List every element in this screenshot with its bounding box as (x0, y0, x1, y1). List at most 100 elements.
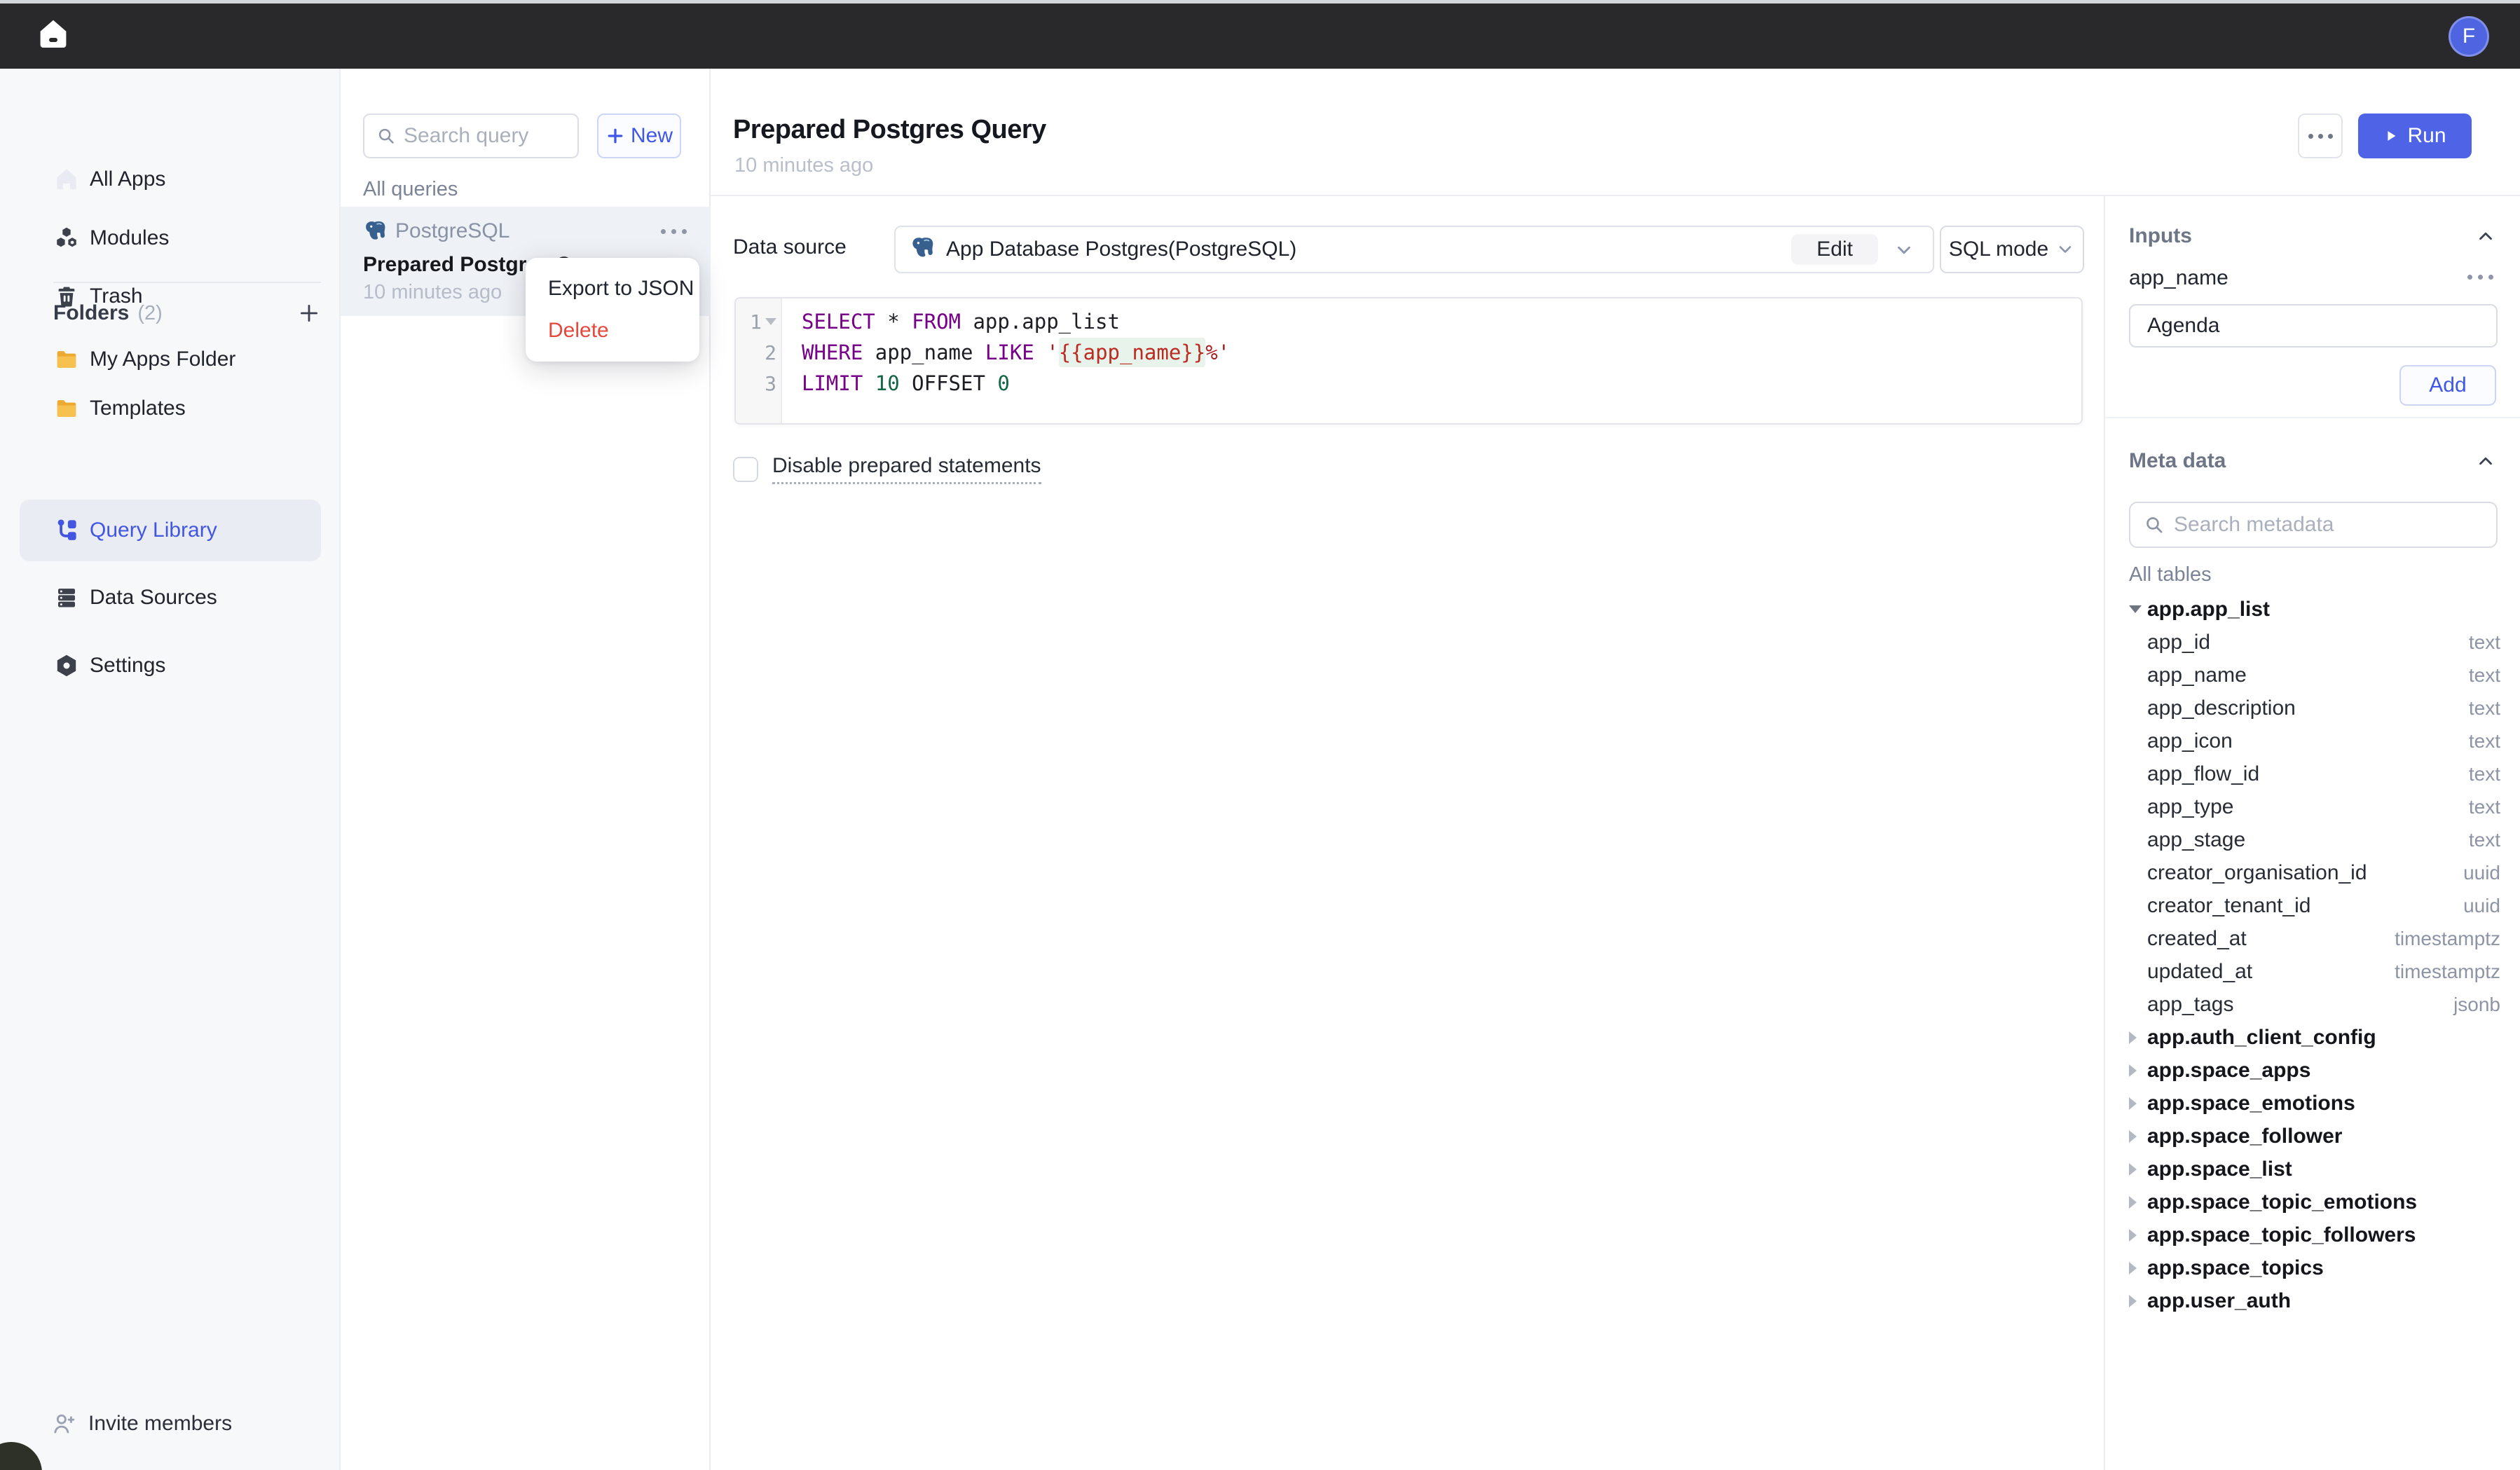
page-subtitle-time: 10 minutes ago (734, 154, 873, 177)
add-input-button[interactable]: Add (2399, 365, 2496, 406)
add-folder-button[interactable] (297, 301, 321, 325)
invite-members-button[interactable]: Invite members (0, 1401, 341, 1446)
avatar-initial: F (2463, 25, 2475, 48)
collapse-inputs-chevron-up-icon[interactable] (2475, 226, 2496, 250)
table-column-row[interactable]: app_id text (2129, 626, 2500, 659)
table-column-row[interactable]: app_descriptiontext (2129, 692, 2500, 724)
table-column-row[interactable]: app_tagsjsonb (2129, 988, 2500, 1021)
table-column-row[interactable]: creator_organisation_id uuid (2129, 856, 2500, 889)
arrow-down-glyph (2129, 605, 2142, 613)
table-name: app.space_apps (2147, 1059, 2310, 1083)
sidebar: All Apps Modules Trash Folders (2) (0, 69, 341, 1470)
table-row-collapsed[interactable]: app.space_topic_emotions (2129, 1186, 2500, 1218)
table-column-row[interactable]: app_flow_idtext (2129, 757, 2500, 790)
column-type: text (2469, 631, 2500, 654)
column-type: timestamptz (2395, 928, 2500, 950)
folder-label: My Apps Folder (90, 348, 235, 371)
table-row-expanded[interactable]: app.app_list (2129, 593, 2500, 626)
query-search-input[interactable] (404, 124, 565, 148)
editor-code[interactable]: SELECT * FROM app.app_listWHERE app_name… (782, 298, 2081, 423)
table-column-row[interactable]: app_stagetext (2129, 823, 2500, 856)
home-outline-icon (53, 166, 80, 193)
sql-token: LIMIT (802, 371, 863, 395)
sidebar-item-query-library[interactable]: Query Library (20, 500, 321, 561)
folders-label: Folders (53, 301, 129, 325)
datasource-edit-button[interactable]: Edit (1791, 234, 1878, 265)
table-column-row[interactable]: app_name text (2129, 659, 2500, 692)
table-column-row[interactable]: updated_at timestamptz (2129, 955, 2500, 988)
sidebar-item-label: Modules (90, 226, 169, 250)
table-row-collapsed[interactable]: app.space_topics (2129, 1251, 2500, 1284)
table-row-collapsed[interactable]: app.auth_client_config (2129, 1021, 2500, 1054)
table-row-collapsed[interactable]: app.space_emotions (2129, 1087, 2500, 1120)
column-name: app_name (2147, 664, 2247, 687)
search-icon (2143, 514, 2165, 536)
menu-item-delete[interactable]: Delete (526, 310, 699, 352)
fold-arrow-icon[interactable] (765, 318, 776, 325)
table-column-row[interactable]: app_icontext (2129, 724, 2500, 757)
postgresql-icon (363, 219, 387, 243)
column-name: creator_organisation_id (2147, 861, 2367, 885)
table-row-collapsed[interactable]: app.space_follower (2129, 1120, 2500, 1153)
column-type: text (2469, 664, 2500, 687)
chevron-right-icon (2129, 1064, 2147, 1077)
table-row-collapsed[interactable]: app.user_auth (2129, 1284, 2500, 1317)
avatar[interactable]: F (2449, 16, 2489, 57)
postgresql-icon (910, 235, 935, 264)
query-options-button[interactable] (2298, 114, 2343, 158)
sidebar-item-data-sources[interactable]: Data Sources (0, 575, 341, 620)
input-param-menu-button[interactable] (2467, 275, 2493, 280)
sql-token: app.app_list (961, 310, 1120, 334)
column-type: timestamptz (2395, 961, 2500, 983)
sql-token: 10 (875, 371, 900, 395)
table-row-collapsed[interactable]: app.space_topic_followers (2129, 1218, 2500, 1251)
chevron-right-icon (2129, 1229, 2147, 1242)
table-row-collapsed[interactable]: app.space_list (2129, 1153, 2500, 1186)
sidebar-item-modules[interactable]: Modules (0, 216, 341, 261)
sidebar-item-settings[interactable]: Settings (0, 643, 341, 688)
column-name: app_id (2147, 631, 2210, 654)
arrow-right-glyph (2129, 1097, 2137, 1110)
table-column-row[interactable]: created_attimestamptz (2129, 922, 2500, 955)
sidebar-item-label: Query Library (90, 518, 217, 542)
input-param-value-field[interactable] (2129, 304, 2498, 348)
query-source: PostgreSQL (363, 219, 509, 243)
metadata-search-input[interactable] (2174, 513, 2475, 537)
query-library-icon (53, 517, 80, 544)
sql-token (900, 371, 912, 395)
new-query-label: New (631, 124, 673, 148)
input-param-name: app_name (2129, 266, 2228, 290)
datasource-select[interactable]: App Database Postgres(PostgreSQL) Edit (894, 226, 1934, 273)
table-row-collapsed[interactable]: app.space_apps (2129, 1054, 2500, 1087)
all-tables-label: All tables (2129, 563, 2212, 586)
table-name: app.space_emotions (2147, 1092, 2355, 1115)
query-item-menu-button[interactable] (661, 229, 687, 234)
sidebar-folder-my-apps[interactable]: My Apps Folder (0, 337, 341, 382)
editor-line-number: 3 (736, 368, 781, 399)
sql-token (985, 371, 997, 395)
app-root: F All Apps Modules Trash Folders (2) (0, 0, 2520, 1470)
column-type: text (2469, 829, 2500, 851)
query-mode-select[interactable]: SQL mode (1940, 226, 2084, 273)
sidebar-item-label: All Apps (90, 167, 165, 191)
disable-prepared-statements-label: Disable prepared statements (772, 454, 1041, 484)
sql-token: FROM (912, 310, 961, 334)
table-column-row[interactable]: creator_tenant_iduuid (2129, 889, 2500, 922)
column-name: updated_at (2147, 960, 2252, 984)
new-query-button[interactable]: New (597, 114, 681, 158)
sidebar-folder-templates[interactable]: Templates (0, 386, 341, 431)
sidebar-item-all-apps[interactable]: All Apps (0, 157, 341, 202)
menu-item-export-to-json[interactable]: Export to JSON (526, 268, 699, 310)
collapse-metadata-chevron-up-icon[interactable] (2475, 451, 2496, 475)
home-button[interactable] (34, 15, 73, 55)
sql-token (1034, 341, 1046, 364)
datasource-row: Data source App Database Postgres(Postgr… (711, 196, 2104, 294)
folders-count: (2) (137, 302, 162, 325)
table-name: app.space_follower (2147, 1125, 2342, 1148)
column-type: uuid (2463, 862, 2500, 884)
arrow-right-glyph (2129, 1295, 2137, 1307)
sql-editor[interactable]: 123 SELECT * FROM app.app_listWHERE app_… (734, 297, 2083, 425)
table-column-row[interactable]: app_typetext (2129, 790, 2500, 823)
disable-prepared-statements-checkbox[interactable] (733, 457, 758, 482)
run-button[interactable]: Run (2358, 114, 2472, 158)
